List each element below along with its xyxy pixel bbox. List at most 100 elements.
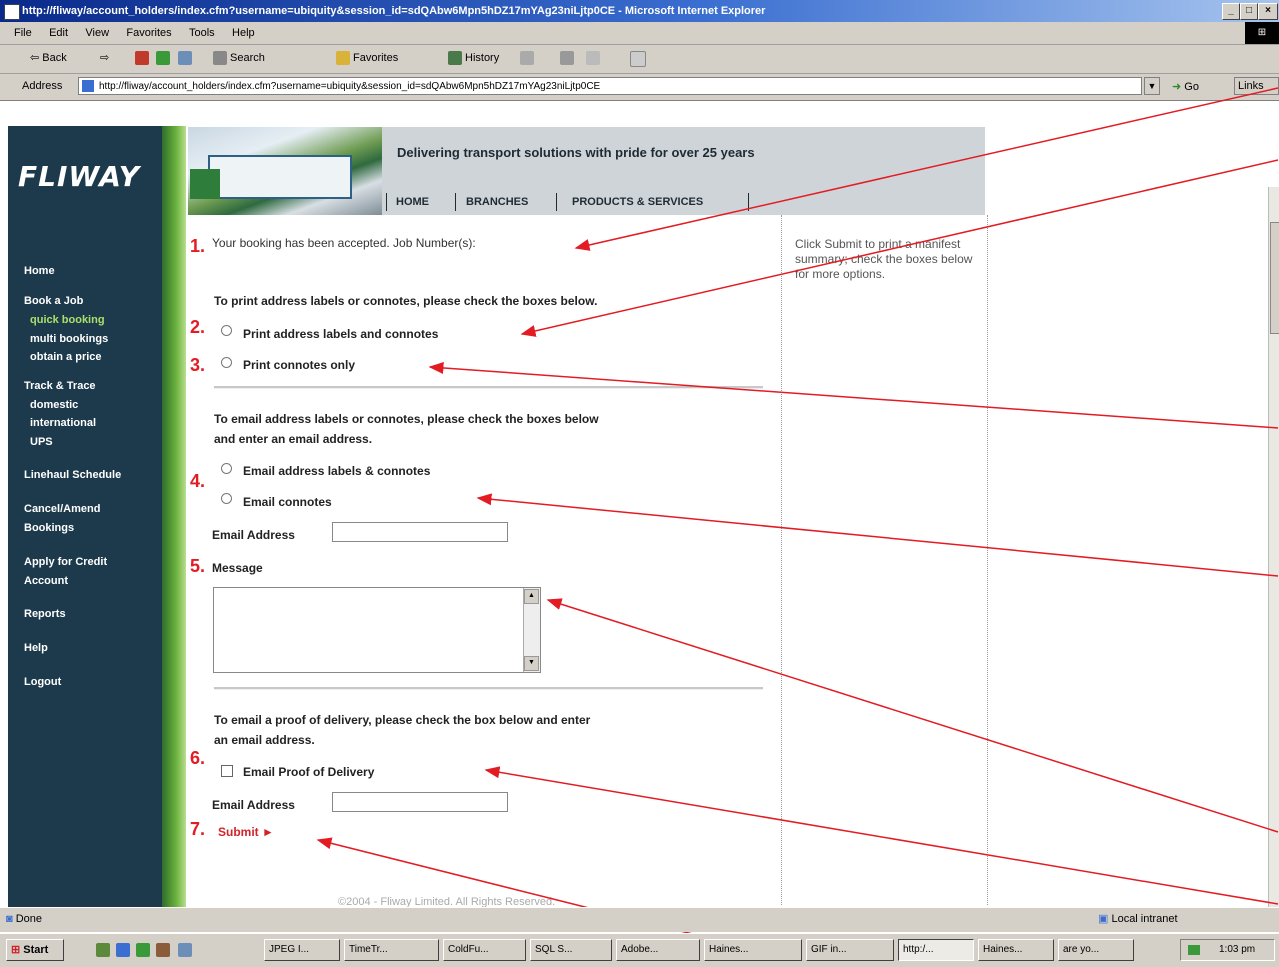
sidebar-item-home[interactable]: Home — [24, 264, 55, 278]
quicklaunch-ie-icon[interactable] — [116, 943, 130, 957]
sidebar-item-help[interactable]: Help — [24, 641, 48, 655]
stop-icon[interactable] — [135, 51, 152, 65]
taskbar-button[interactable]: GIF in... — [806, 939, 894, 961]
search-button[interactable]: Search — [213, 51, 265, 65]
section-divider — [214, 687, 763, 690]
nav-separator — [556, 193, 557, 211]
print-section-heading: To print address labels or connotes, ple… — [214, 294, 598, 308]
email-labels-radio[interactable] — [221, 463, 232, 474]
quicklaunch-desktop-icon[interactable] — [96, 943, 110, 957]
intranet-icon: ▣ — [1098, 913, 1112, 925]
maximize-button[interactable]: □ — [1240, 3, 1258, 20]
menu-favorites[interactable]: Favorites — [126, 22, 171, 44]
sidebar-item-international[interactable]: international — [30, 416, 96, 430]
minimize-button[interactable]: _ — [1222, 3, 1240, 20]
taskbar-button[interactable]: http:/... — [898, 939, 974, 961]
email-address-input[interactable] — [332, 522, 508, 542]
taskbar-button[interactable]: SQL S... — [530, 939, 612, 961]
sidebar-item-book-a-job[interactable]: Book a Job — [24, 294, 83, 308]
home-icon[interactable] — [178, 51, 195, 65]
print-connotes-radio[interactable] — [221, 357, 232, 368]
sidebar-item-track-trace[interactable]: Track & Trace — [24, 379, 96, 393]
favorites-button[interactable]: Favorites — [336, 51, 398, 65]
sidebar-item-ups[interactable]: UPS — [30, 435, 53, 449]
links-button[interactable]: Links — [1234, 77, 1279, 95]
quicklaunch-app-icon[interactable] — [156, 943, 170, 957]
fliway-logo[interactable]: FLIWAY — [18, 160, 140, 193]
print-icon[interactable] — [560, 51, 577, 65]
scroll-up-icon[interactable]: ▲ — [524, 589, 539, 604]
start-button[interactable]: ⊞ Start — [6, 939, 64, 961]
window-title-bar[interactable]: http://fliway/account_holders/index.cfm?… — [0, 0, 1279, 22]
search-label: Search — [230, 51, 265, 64]
taskbar-button[interactable]: JPEG I... — [264, 939, 340, 961]
booking-accepted-message: Your booking has been accepted. Job Numb… — [212, 236, 476, 250]
sidebar-item-domestic[interactable]: domestic — [30, 398, 78, 412]
quicklaunch-app-icon[interactable] — [136, 943, 150, 957]
tray-network-icon[interactable] — [1188, 945, 1200, 955]
sidebar-item-linehaul-schedule[interactable]: Linehaul Schedule — [24, 468, 121, 482]
history-button[interactable]: History — [448, 51, 499, 65]
menu-edit[interactable]: Edit — [49, 22, 68, 44]
sidebar-item-obtain-a-price[interactable]: obtain a price — [30, 350, 102, 364]
email-section-heading-line1: To email address labels or connotes, ple… — [214, 412, 599, 426]
menu-view[interactable]: View — [85, 22, 109, 44]
menu-tools[interactable]: Tools — [189, 22, 215, 44]
go-arrow-icon: ➜ — [1172, 81, 1185, 93]
start-label: Start — [23, 944, 49, 956]
email-connotes-radio[interactable] — [221, 493, 232, 504]
page-scrollbar-thumb[interactable] — [1270, 222, 1279, 334]
sidebar-item-quick-booking[interactable]: quick booking — [30, 313, 105, 327]
topnav-products-services[interactable]: PRODUCTS & SERVICES — [572, 196, 703, 208]
topnav-branches[interactable]: BRANCHES — [466, 196, 528, 208]
menu-help[interactable]: Help — [232, 22, 255, 44]
address-dropdown-button[interactable]: ▼ — [1144, 77, 1160, 95]
taskbar: ⊞ Start 1:03 pm JPEG I... TimeTr... ColdFu… — [0, 933, 1279, 967]
truck-cab — [190, 169, 220, 199]
taskbar-button[interactable]: Haines... — [704, 939, 802, 961]
status-done: Done — [15, 913, 42, 925]
back-button[interactable]: ⇦ Back — [30, 51, 67, 64]
window-title: http://fliway/account_holders/index.cfm?… — [22, 5, 766, 17]
help-text: Click Submit to print a manifest summary… — [795, 237, 973, 281]
annotation-3: 3. — [190, 355, 206, 375]
sidebar-item-account[interactable]: Account — [24, 574, 68, 588]
go-button[interactable]: ➜ Go — [1172, 80, 1199, 93]
message-label: Message — [212, 561, 263, 575]
sidebar-item-logout[interactable]: Logout — [24, 675, 61, 689]
sidebar-item-multi-bookings[interactable]: multi bookings — [30, 332, 108, 346]
message-textarea[interactable]: ▲ ▼ — [213, 587, 541, 673]
close-button[interactable]: × — [1258, 3, 1278, 20]
print-labels-radio[interactable] — [221, 325, 232, 336]
sidebar-item-reports[interactable]: Reports — [24, 607, 66, 621]
clock: 1:03 pm — [1219, 944, 1256, 955]
taskbar-button[interactable]: TimeTr... — [344, 939, 439, 961]
taskbar-button[interactable]: ColdFu... — [443, 939, 526, 961]
refresh-icon[interactable] — [156, 51, 173, 65]
nav-separator — [748, 193, 749, 211]
sidebar-item-apply-for-credit[interactable]: Apply for Credit — [24, 555, 107, 569]
address-input[interactable]: http://fliway/account_holders/index.cfm?… — [78, 77, 1142, 95]
right-column-divider — [987, 215, 988, 905]
taskbar-button[interactable]: Haines... — [978, 939, 1054, 961]
quicklaunch-app-icon[interactable] — [178, 943, 192, 957]
email-connotes-label: Email connotes — [243, 495, 332, 509]
discuss-icon[interactable] — [630, 51, 649, 67]
edit-icon[interactable] — [586, 51, 603, 65]
taskbar-button[interactable]: are yo... — [1058, 939, 1134, 961]
submit-button[interactable]: Submit ► — [218, 825, 274, 839]
pod-checkbox[interactable] — [221, 765, 233, 777]
pod-checkbox-label: Email Proof of Delivery — [243, 765, 375, 779]
forward-button[interactable]: ⇨ — [100, 51, 109, 64]
sidebar-item-bookings[interactable]: Bookings — [24, 521, 74, 535]
content-divider — [781, 215, 782, 905]
mail-icon[interactable] — [520, 51, 537, 65]
page-scrollbar[interactable] — [1268, 187, 1279, 907]
site-tagline: Delivering transport solutions with prid… — [397, 145, 755, 160]
topnav-home[interactable]: HOME — [396, 196, 429, 208]
pod-email-input[interactable] — [332, 792, 508, 812]
taskbar-button[interactable]: Adobe... — [616, 939, 700, 961]
scroll-down-icon[interactable]: ▼ — [524, 656, 539, 671]
menu-file[interactable]: File — [14, 22, 32, 44]
sidebar-item-cancel-amend[interactable]: Cancel/Amend — [24, 502, 100, 516]
